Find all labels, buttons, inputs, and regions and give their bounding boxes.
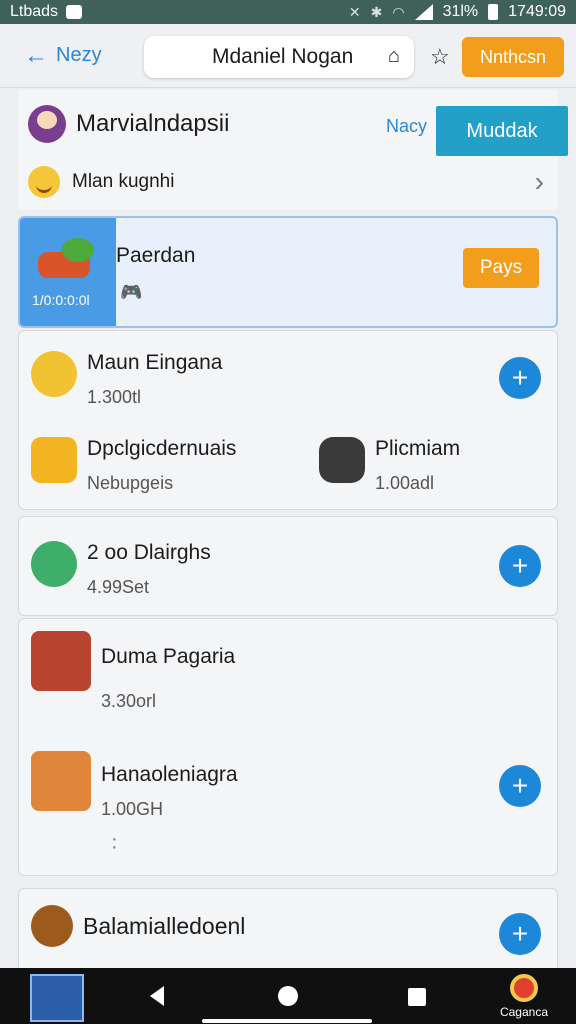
list-item[interactable]: Duma Pagaria 3.30orl	[31, 631, 235, 712]
game-icon	[34, 238, 98, 280]
item-meta: Nebupgeis	[87, 473, 174, 493]
add-button[interactable]: +	[499, 357, 541, 399]
signal-icon	[414, 4, 433, 20]
item-meta: 3.30orl	[101, 691, 157, 711]
status-left-text: Ltbads	[10, 3, 59, 20]
game-icon	[31, 631, 91, 691]
item-name: Plicmiam	[375, 437, 461, 460]
status-bar: Ltbads ✕ ✱ ◠ 31l% 1749:09	[0, 0, 576, 24]
add-button[interactable]: +	[499, 545, 541, 587]
game-icon	[31, 751, 91, 811]
title-box[interactable]: Mdaniel Nogan ⌂	[144, 36, 414, 78]
game-card-2: 2 oo Dlairghs 4.99Set +	[18, 516, 558, 616]
clock: 1749:09	[508, 3, 566, 20]
gamepad-icon	[319, 437, 365, 483]
flower-icon	[510, 974, 538, 1002]
notification-icon	[66, 5, 83, 19]
recent-app-thumbnail[interactable]	[30, 974, 84, 1022]
wifi-icon: ◠	[392, 3, 405, 20]
list-item[interactable]: Hanaoleniagra 1.00GH	[31, 751, 238, 820]
top-action-button[interactable]: Nnthcsn	[462, 37, 564, 77]
play-button[interactable]: Pays	[463, 248, 539, 288]
item-name: Dpclgicdernuais	[87, 437, 237, 460]
game-card-4: Balamialledoenl +	[18, 888, 558, 968]
profile-row: Marvialndapsii Nacy Muddak	[28, 102, 568, 156]
game-icon	[31, 541, 77, 587]
subheader-row[interactable]: Mlan kugnhi ›	[28, 162, 558, 202]
star-icon[interactable]: ☆	[430, 44, 450, 70]
list-item[interactable]: Maun Eingana 1.300tl	[31, 351, 222, 408]
profile-link[interactable]: Nacy	[386, 116, 427, 137]
back-label: Nezy	[56, 44, 102, 66]
bluetooth-icon: ✱	[370, 3, 383, 20]
home-icon[interactable]: ⌂	[388, 45, 400, 68]
item-name: 2 oo Dlairghs	[87, 541, 211, 564]
top-app-bar: ← Nezy Mdaniel Nogan ⌂ ☆ Nnthcsn	[0, 24, 576, 88]
avatar[interactable]	[28, 105, 66, 143]
item-meta: 1.300tl	[87, 387, 142, 407]
featured-thumbnail: 1/0:0:0:0l	[20, 218, 116, 326]
mute-icon: ✕	[348, 3, 361, 20]
add-button[interactable]: +	[499, 913, 541, 955]
nav-back-icon[interactable]	[150, 986, 164, 1006]
subheader-label: Mlan kugnhi	[72, 171, 175, 192]
list-item[interactable]: 2 oo Dlairghs 4.99Set	[31, 541, 211, 598]
add-button[interactable]: +	[499, 765, 541, 807]
smiley-icon	[28, 166, 60, 198]
profile-card: Marvialndapsii Nacy Muddak Mlan kugnhi ›	[18, 90, 568, 210]
battery-icon	[488, 4, 499, 20]
status-right: ✕ ✱ ◠ 31l% 1749:09	[349, 3, 566, 21]
item-name: Balamialledoenl	[83, 913, 246, 939]
game-icon	[31, 351, 77, 397]
game-card-3: Duma Pagaria 3.30orl Hanaoleniagra 1.00G…	[18, 618, 558, 876]
profile-button[interactable]: Muddak	[436, 106, 568, 156]
item-meta: 1.00adl	[375, 473, 435, 493]
back-button[interactable]: ← Nezy	[24, 41, 134, 69]
item-meta: 1.00GH	[101, 799, 164, 819]
status-left: Ltbads	[10, 3, 83, 21]
more-icon[interactable]: · ·	[111, 829, 118, 857]
featured-card[interactable]: 1/0:0:0:0l Paerdan 🎮 Pays	[18, 216, 558, 328]
nav-home-icon[interactable]	[278, 986, 298, 1006]
item-meta: 4.99Set	[87, 577, 150, 597]
controller-icon: 🎮	[120, 282, 143, 302]
item-name: Maun Eingana	[87, 351, 223, 374]
list-item[interactable]: Balamialledoenl	[31, 905, 245, 947]
nav-recents-icon[interactable]	[408, 988, 426, 1006]
item-name: Hanaoleniagra	[101, 763, 238, 786]
navigation-bar: Caganca	[0, 968, 576, 1024]
nav-app-label: Caganca	[499, 1005, 549, 1019]
content-area[interactable]: Marvialndapsii Nacy Muddak Mlan kugnhi ›…	[0, 88, 576, 968]
arrow-left-icon: ←	[24, 41, 48, 69]
game-card-1: Maun Eingana 1.300tl + Dpclgicdernuais N…	[18, 330, 558, 510]
profile-name: Marvialndapsii	[76, 110, 230, 137]
featured-caption: 1/0:0:0:0l	[32, 292, 90, 308]
game-icon	[31, 437, 77, 483]
list-item[interactable]: Plicmiam 1.00adl	[319, 437, 460, 494]
page-title: Mdaniel Nogan	[212, 45, 354, 68]
item-name: Duma Pagaria	[101, 645, 236, 668]
battery-percent: 31l%	[442, 3, 479, 20]
nav-app-shortcut[interactable]: Caganca	[494, 972, 554, 1022]
home-indicator	[202, 1019, 372, 1023]
chevron-right-icon: ›	[534, 166, 544, 197]
featured-title: Paerdan	[116, 244, 196, 267]
game-icon	[31, 905, 73, 947]
list-item[interactable]: Dpclgicdernuais Nebupgeis	[31, 437, 236, 494]
